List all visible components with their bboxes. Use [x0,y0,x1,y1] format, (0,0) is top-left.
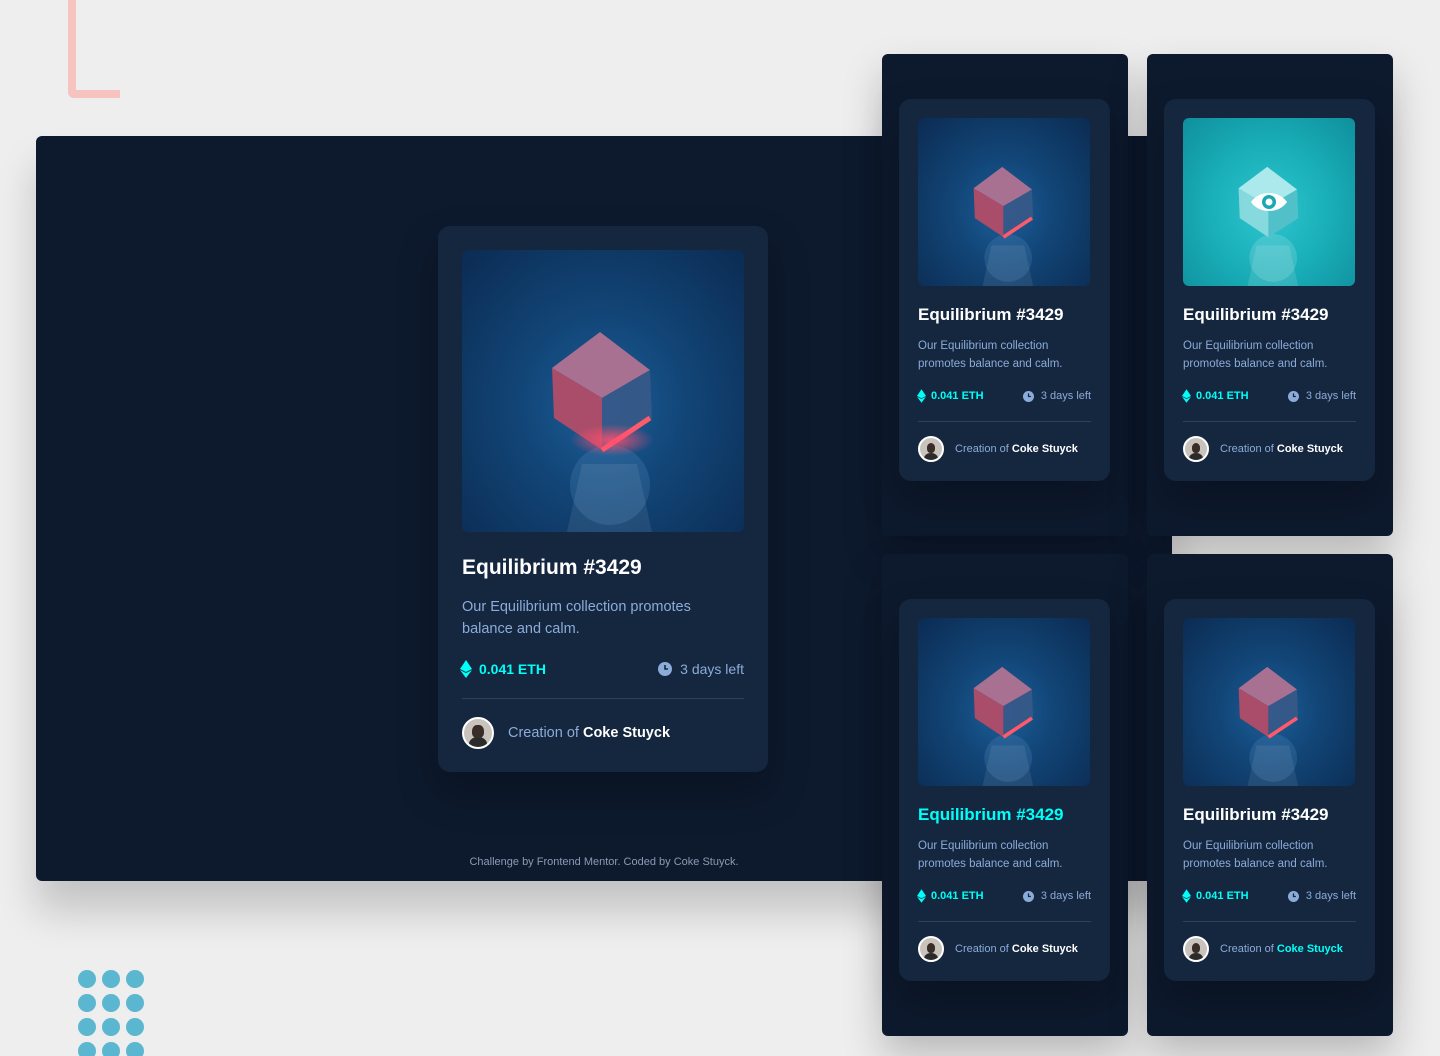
price: 0.041 ETH [460,660,546,678]
view-eye-icon [1251,193,1287,211]
decor-dot [102,994,120,1012]
card-title[interactable]: Equilibrium #3429 [462,556,642,580]
cube-illustration [552,332,654,532]
decor-dot [78,994,96,1012]
nft-card: Equilibrium #3429 Our Equilibrium collec… [899,599,1110,981]
card-description: Our Equilibrium collection promotes bala… [462,599,691,638]
divider [462,698,744,699]
price-value: 0.041 ETH [931,390,984,402]
time-left: 3 days left [1287,390,1356,402]
clock-icon [658,662,673,676]
decor-dot [126,970,144,988]
price-value: 0.041 ETH [931,890,984,902]
preview-state-title-hover: Equilibrium #3429 Our Equilibrium collec… [882,554,1128,1036]
creator-name[interactable]: Coke Stuyck [1012,443,1078,455]
creator-name[interactable]: Coke Stuyck [583,725,670,741]
nft-card: Equilibrium #3429 Our Equilibrium collec… [438,226,768,772]
creator-line: Creation of Coke Stuyck [918,436,1078,462]
days-left-value: 3 days left [1305,390,1356,402]
card-description: Our Equilibrium collection promotes bala… [918,340,1063,370]
divider [918,421,1091,422]
card-title[interactable]: Equilibrium #3429 [1183,305,1329,325]
avatar [462,717,494,749]
preview-state-default: Equilibrium #3429 Our Equilibrium collec… [882,54,1128,536]
days-left-value: 3 days left [1040,390,1091,402]
divider [1183,421,1356,422]
preview-state-image-hover: Equilibrium #3429 Our Equilibrium collec… [1147,54,1393,536]
divider [1183,921,1356,922]
decorative-dot-pattern [78,970,158,1056]
days-left-value: 3 days left [1305,890,1356,902]
time-left: 3 days left [1022,890,1091,902]
creator-line: Creation of Coke Stuyck [462,717,670,749]
ethereum-icon [917,889,926,903]
creator-name[interactable]: Coke Stuyck [1277,443,1343,455]
creator-prefix: Creation of [955,443,1009,455]
card-title[interactable]: Equilibrium #3429 [918,305,1064,325]
avatar [1183,436,1209,462]
cube-illustration [1238,666,1299,786]
decor-dot [78,970,96,988]
creator-prefix: Creation of [955,943,1009,955]
creator-name[interactable]: Coke Stuyck [1012,943,1078,955]
price: 0.041 ETH [917,889,984,903]
ethereum-icon [1182,389,1191,403]
nft-image[interactable] [918,618,1090,786]
ethereum-icon [460,660,472,678]
nft-image[interactable] [462,250,744,532]
decor-dot [102,970,120,988]
avatar [1183,936,1209,962]
clock-icon [1022,390,1034,402]
creator-prefix: Creation of [1220,943,1274,955]
time-left: 3 days left [1022,390,1091,402]
card-description: Our Equilibrium collection promotes bala… [1183,840,1328,870]
decor-dot [126,1042,144,1056]
card-description: Our Equilibrium collection promotes bala… [918,840,1063,870]
avatar [918,936,944,962]
price: 0.041 ETH [1182,389,1249,403]
creator-name-hovered[interactable]: Coke Stuyck [1277,943,1343,955]
time-left: 3 days left [658,661,744,677]
days-left-value: 3 days left [680,661,744,677]
creator-prefix: Creation of [508,725,579,741]
card-description: Our Equilibrium collection promotes bala… [1183,340,1328,370]
ethereum-icon [917,389,926,403]
creator-prefix: Creation of [1220,443,1274,455]
decor-dot [126,994,144,1012]
card-title[interactable]: Equilibrium #3429 [1183,805,1329,825]
creator-line: Creation of Coke Stuyck [1183,436,1343,462]
decor-dot [102,1018,120,1036]
days-left-value: 3 days left [1040,890,1091,902]
clock-icon [1287,390,1299,402]
price-value: 0.041 ETH [1196,390,1249,402]
decor-dot [78,1042,96,1056]
price: 0.041 ETH [1182,889,1249,903]
cube-illustration [973,666,1034,786]
price-value: 0.041 ETH [479,661,546,677]
ethereum-icon [1182,889,1191,903]
nft-image[interactable] [918,118,1090,286]
price: 0.041 ETH [917,389,984,403]
price-value: 0.041 ETH [1196,890,1249,902]
avatar [918,436,944,462]
clock-icon [1287,890,1299,902]
decor-dot [126,1018,144,1036]
decor-dot [102,1042,120,1056]
cube-illustration [973,166,1034,286]
nft-card: Equilibrium #3429 Our Equilibrium collec… [1164,99,1375,481]
time-left: 3 days left [1287,890,1356,902]
clock-icon [1022,890,1034,902]
decorative-corner-shape [68,0,120,98]
preview-state-creator-hover: Equilibrium #3429 Our Equilibrium collec… [1147,554,1393,1036]
nft-image-hovered[interactable] [1183,118,1355,286]
card-title-hovered[interactable]: Equilibrium #3429 [918,805,1064,825]
nft-card: Equilibrium #3429 Our Equilibrium collec… [899,99,1110,481]
creator-line: Creation of Coke Stuyck [918,936,1078,962]
nft-image[interactable] [1183,618,1355,786]
divider [918,921,1091,922]
decor-dot [78,1018,96,1036]
nft-card: Equilibrium #3429 Our Equilibrium collec… [1164,599,1375,981]
creator-line: Creation of Coke Stuyck [1183,936,1343,962]
